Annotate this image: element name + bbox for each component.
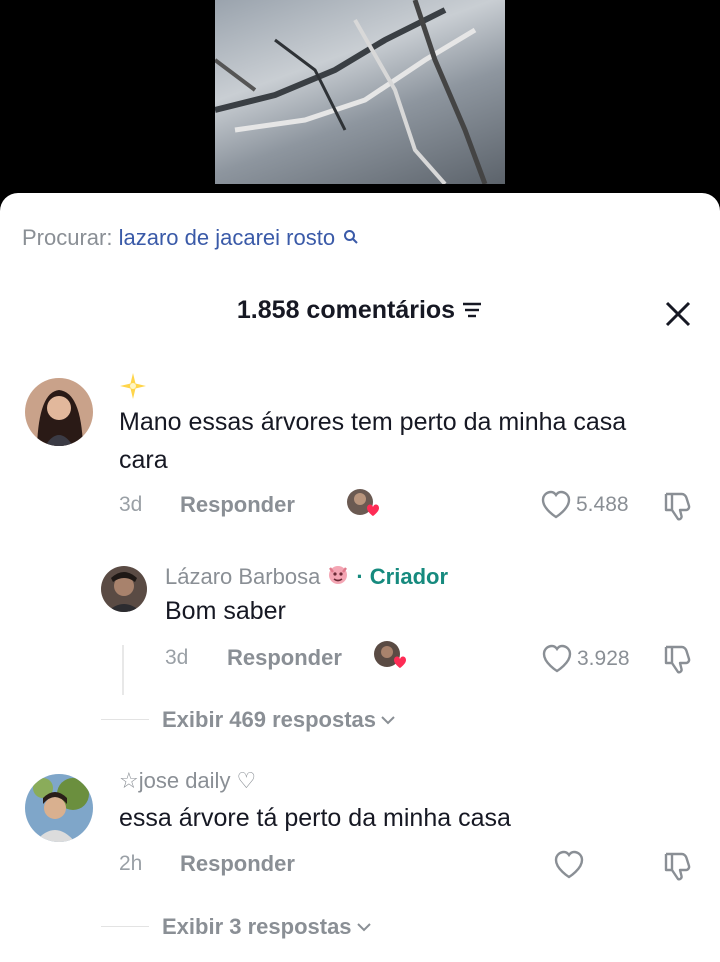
view-replies-button[interactable]: Exibir 469 respostas — [162, 707, 396, 733]
comment-text: Mano essas árvores tem perto da minha ca… — [119, 408, 627, 474]
divider — [101, 719, 149, 720]
avatar[interactable] — [25, 378, 93, 446]
devil-mask-icon — [326, 562, 350, 592]
comment-text: essa árvore tá perto da minha casa — [119, 804, 511, 832]
reply-avatar[interactable] — [101, 566, 147, 612]
creator-tag: · Criador — [356, 564, 449, 589]
thread-line — [122, 645, 124, 695]
reply-username[interactable]: Lázaro Barbosa · Criador — [165, 562, 448, 592]
dislike-button[interactable] — [662, 850, 694, 887]
reply-like-button[interactable]: 3.928 — [541, 644, 630, 674]
divider — [101, 926, 149, 927]
like-count: 5.488 — [576, 493, 629, 516]
avatar[interactable] — [25, 774, 93, 842]
dislike-button[interactable] — [662, 490, 694, 527]
creator-liked-badge — [346, 488, 382, 518]
search-suggestion[interactable]: Procurar: lazaro de jacarei rosto — [22, 225, 359, 251]
chevron-down-icon — [381, 716, 395, 725]
heart-icon — [542, 644, 572, 673]
heart-icon — [541, 490, 571, 519]
video-thumbnail[interactable] — [215, 0, 505, 184]
like-button[interactable] — [553, 850, 589, 880]
comments-header: 1.858 comentários — [0, 296, 720, 325]
search-prefix: Procurar: — [22, 225, 113, 250]
reply-reply-button[interactable]: Responder — [227, 645, 342, 671]
creator-liked-badge — [373, 640, 409, 670]
comment-username[interactable]: ☆jose daily ♡ — [119, 768, 256, 794]
comment-username[interactable] — [119, 372, 153, 406]
heart-icon — [554, 850, 584, 879]
close-button[interactable] — [660, 296, 696, 332]
close-icon — [665, 301, 691, 327]
sparkle-icon — [119, 372, 147, 406]
reply-dislike-button[interactable] — [662, 643, 694, 680]
reply-button[interactable]: Responder — [180, 492, 295, 518]
reply-text: Bom saber — [165, 597, 286, 625]
thumbs-down-icon — [664, 492, 691, 521]
reply-time: 3d — [165, 646, 189, 669]
thumbs-down-icon — [664, 645, 691, 674]
comment-time: 2h — [119, 852, 143, 875]
search-icon[interactable] — [343, 225, 359, 251]
like-button[interactable]: 5.488 — [540, 490, 629, 520]
sort-icon[interactable] — [461, 296, 483, 325]
view-replies-button[interactable]: Exibir 3 respostas — [162, 914, 372, 940]
search-query-link[interactable]: lazaro de jacarei rosto — [119, 225, 335, 250]
like-count: 3.928 — [577, 647, 630, 670]
chevron-down-icon — [356, 923, 371, 932]
comment-time: 3d — [119, 493, 143, 516]
reply-button[interactable]: Responder — [180, 851, 295, 877]
thumbs-down-icon — [664, 852, 691, 881]
comments-count-title: 1.858 comentários — [236, 296, 456, 324]
